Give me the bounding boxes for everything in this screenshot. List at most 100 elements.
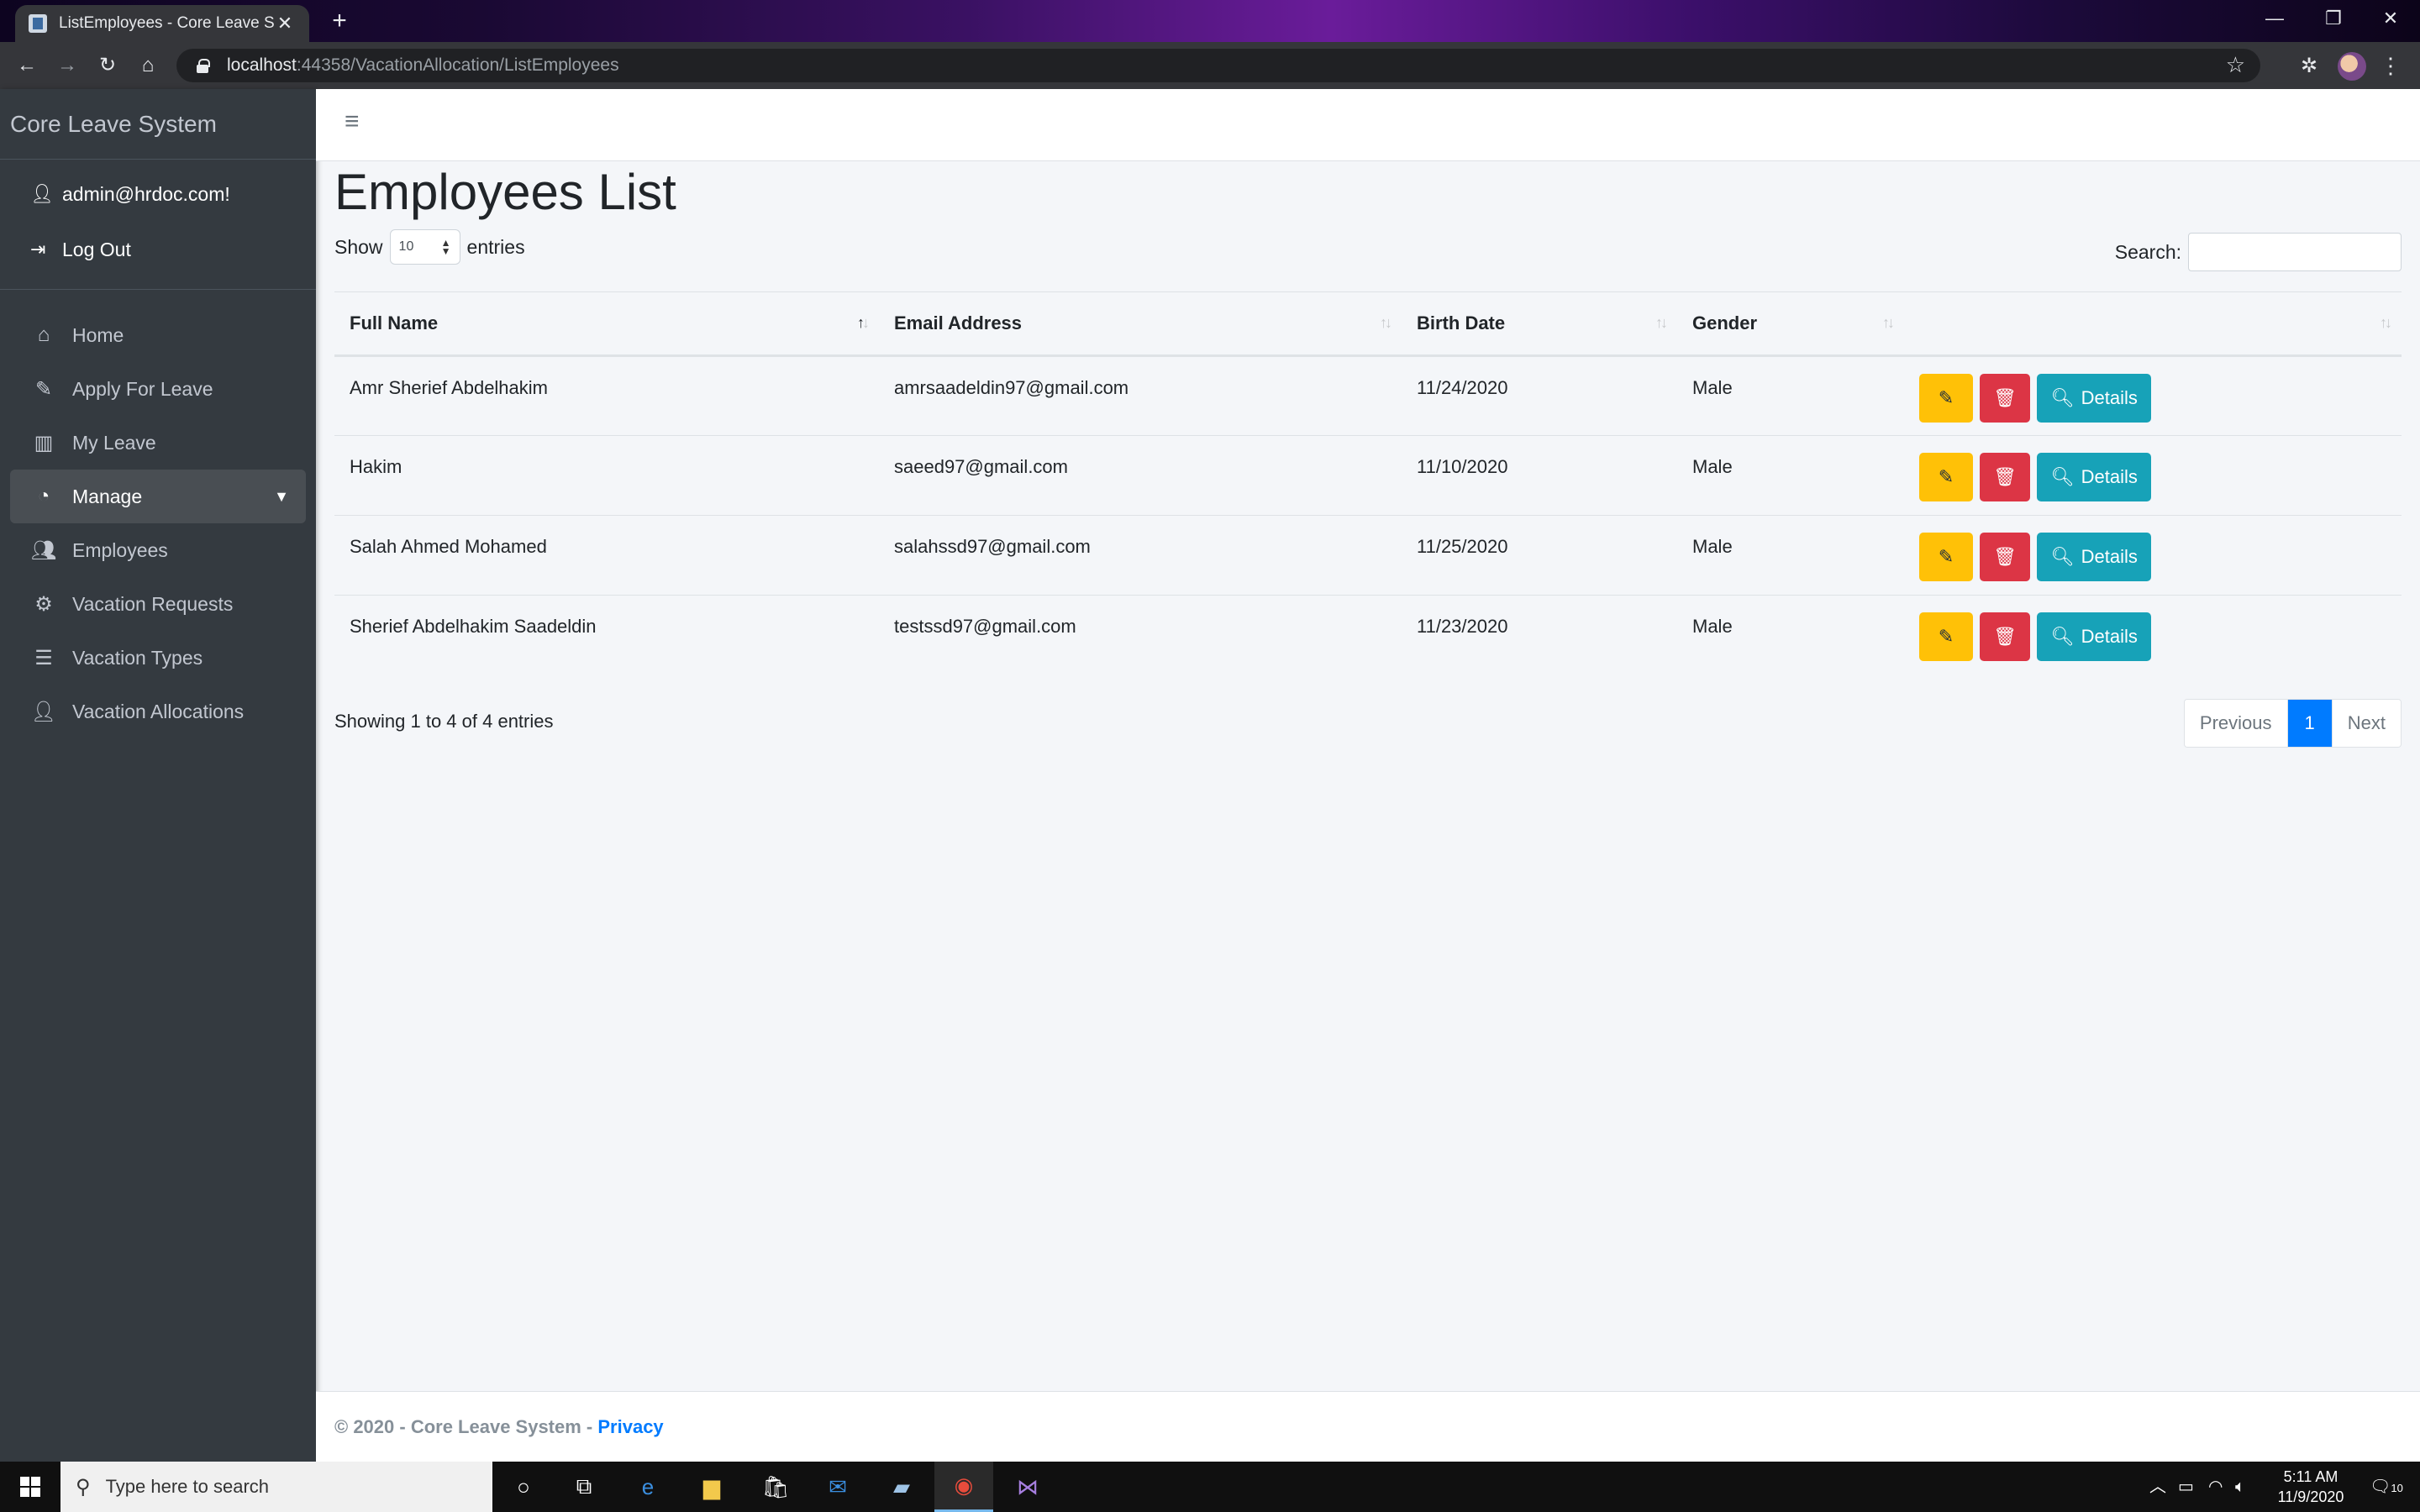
user-account-link[interactable]: 👤︎ admin@hrdoc.com! xyxy=(0,166,316,222)
previous-page-button[interactable]: Previous xyxy=(2184,699,2287,747)
notifications-icon[interactable]: 🗨︎10 xyxy=(2370,1462,2403,1512)
trash-icon: 🗑︎ xyxy=(1993,626,2018,647)
page-length-select[interactable]: 10 ▲ ▼ xyxy=(389,229,460,265)
back-button[interactable]: ← xyxy=(12,50,42,81)
edit-button[interactable]: ✎ xyxy=(1919,374,1973,423)
delete-button[interactable]: 🗑︎ xyxy=(1980,533,2031,581)
browser-tab-strip: ListEmployees - Core Leave Syste ✕ + — ❐… xyxy=(0,0,2420,42)
column-label: Full Name xyxy=(350,312,439,333)
sidebar-item-vacation-requests[interactable]: ⚙ Vacation Requests xyxy=(10,577,306,631)
logout-link[interactable]: ⇥ Log Out xyxy=(0,222,316,277)
sidebar-item-my-leave[interactable]: ▥ My Leave xyxy=(10,416,306,470)
cell-actions: ✎ 🗑︎ 🔍︎ Details xyxy=(1904,515,2402,596)
delete-button[interactable]: 🗑︎ xyxy=(1980,374,2031,423)
footer-copyright: © 2020 - Core Leave System - xyxy=(334,1416,598,1437)
browser-tab[interactable]: ListEmployees - Core Leave Syste ✕ xyxy=(15,5,309,42)
details-button[interactable]: 🔍︎ Details xyxy=(2037,533,2152,581)
pencil-icon: ✎ xyxy=(1938,626,1954,647)
edit-button[interactable]: ✎ xyxy=(1919,533,1973,581)
column-label: Email Address xyxy=(894,312,1023,333)
sidebar-item-vacation-types[interactable]: ☰ Vacation Types xyxy=(10,631,306,685)
edit-button[interactable]: ✎ xyxy=(1919,612,1973,661)
visual-studio-icon[interactable]: ⋈ xyxy=(998,1462,1057,1512)
cell-gender: Male xyxy=(1677,515,1904,596)
sidebar-item-manage[interactable]: ◔ Manage ▼ xyxy=(10,470,306,523)
sidebar-item-apply-for-leave[interactable]: ✎ Apply For Leave xyxy=(10,362,306,416)
page-1-button[interactable]: 1 xyxy=(2286,699,2332,747)
browser-menu-icon[interactable]: ⋮ xyxy=(2378,50,2403,81)
column-header-email[interactable]: Email Address ↑↓ xyxy=(879,291,1402,357)
pencil-icon: ✎ xyxy=(34,377,53,401)
sidebar-item-home[interactable]: ⌂ Home xyxy=(10,308,306,362)
table-search: Search: xyxy=(2115,233,2402,271)
sidebar-item-label: Vacation Requests xyxy=(72,592,234,615)
search-label: Search: xyxy=(2114,240,2181,263)
chrome-icon[interactable]: ◉ xyxy=(934,1462,993,1512)
user-icon: 👤︎ xyxy=(30,183,54,204)
logout-label: Log Out xyxy=(62,238,131,260)
volume-icon[interactable]: 🔈︎ xyxy=(2235,1462,2245,1512)
privacy-link[interactable]: Privacy xyxy=(597,1416,663,1437)
cell-full-name: Hakim xyxy=(334,435,879,516)
battery-icon[interactable]: ▭ xyxy=(2178,1462,2194,1512)
home-button[interactable]: ⌂ xyxy=(133,50,163,81)
tray-chevron-icon[interactable]: ︿ xyxy=(2149,1462,2166,1512)
taskbar-clock[interactable]: 5:11 AM 11/9/2020 xyxy=(2260,1467,2361,1507)
details-button[interactable]: 🔍︎ Details xyxy=(2037,453,2152,501)
details-button[interactable]: 🔍︎ Details xyxy=(2037,374,2152,423)
sidebar-item-vacation-allocations[interactable]: 👤︎ Vacation Allocations xyxy=(10,685,306,738)
search-input[interactable] xyxy=(2188,233,2402,271)
new-tab-button[interactable]: + xyxy=(324,7,355,37)
bookmark-star-icon[interactable]: ☆ xyxy=(2226,52,2245,78)
show-label: Show xyxy=(334,235,383,258)
pencil-icon: ✎ xyxy=(1938,387,1954,408)
app-icon[interactable]: ▰ xyxy=(872,1462,931,1512)
edit-button[interactable]: ✎ xyxy=(1919,453,1973,501)
cell-birth-date: 11/23/2020 xyxy=(1402,595,1677,675)
column-label: Gender xyxy=(1692,312,1758,333)
hamburger-menu-icon[interactable]: ≡ xyxy=(345,109,366,134)
close-tab-icon[interactable]: ✕ xyxy=(274,13,296,34)
profile-avatar[interactable] xyxy=(2338,52,2366,81)
file-explorer-icon[interactable]: ▆ xyxy=(682,1462,741,1512)
address-bar[interactable]: localhost:44358/VacationAllocation/ListE… xyxy=(176,49,2260,82)
column-header-gender[interactable]: Gender ↑↓ xyxy=(1677,291,1904,357)
task-view-icon[interactable]: ⧉ xyxy=(555,1462,613,1512)
cell-full-name: Amr Sherief Abdelhakim xyxy=(334,355,879,436)
next-page-button[interactable]: Next xyxy=(2331,699,2401,747)
minimize-button[interactable]: — xyxy=(2247,0,2302,39)
forward-button[interactable]: → xyxy=(52,50,82,81)
column-header-birth-date[interactable]: Birth Date ↑↓ xyxy=(1402,291,1677,357)
search-icon: ⚲ xyxy=(76,1475,91,1499)
cell-birth-date: 11/24/2020 xyxy=(1402,355,1677,436)
windows-start-button[interactable] xyxy=(0,1462,60,1512)
employees-table: Full Name ↑↓ Email Address ↑↓ Birth Date… xyxy=(334,291,2402,675)
extensions-puzzle-icon[interactable]: ✲ xyxy=(2294,54,2324,79)
mail-icon[interactable]: ✉ xyxy=(808,1462,867,1512)
column-header-actions[interactable]: ↑↓ xyxy=(1904,291,2402,357)
home-icon: ⌂ xyxy=(37,323,50,346)
cell-actions: ✎ 🗑︎ 🔍︎ Details xyxy=(1904,435,2402,516)
page-length-value: 10 xyxy=(398,239,414,254)
close-window-button[interactable]: ✕ xyxy=(2363,0,2418,39)
brand-link[interactable]: Core Leave System xyxy=(0,89,316,160)
table-row: Amr Sherief Abdelhakim amrsaadeldin97@gm… xyxy=(334,355,2402,436)
edge-icon[interactable]: e xyxy=(618,1462,677,1512)
main-content: Employees List Show 10 ▲ ▼ entries Search… xyxy=(334,161,2402,754)
delete-button[interactable]: 🗑︎ xyxy=(1980,612,2031,661)
column-header-full-name[interactable]: Full Name ↑↓ xyxy=(334,291,879,357)
store-icon[interactable]: 🛍︎ xyxy=(746,1462,805,1512)
cortana-icon[interactable]: ○ xyxy=(494,1462,553,1512)
sidebar-item-employees[interactable]: 👥︎ Employees xyxy=(10,523,306,577)
pencil-icon: ✎ xyxy=(1938,466,1954,487)
details-button[interactable]: 🔍︎ Details xyxy=(2037,612,2152,661)
column-label: Birth Date xyxy=(1417,312,1506,333)
delete-button[interactable]: 🗑︎ xyxy=(1980,453,2031,501)
restore-button[interactable]: ❐ xyxy=(2306,0,2361,39)
sidebar: Core Leave System 👤︎ admin@hrdoc.com! ⇥ … xyxy=(0,89,316,1462)
reload-button[interactable]: ↻ xyxy=(92,50,123,81)
taskbar-search-box[interactable]: ⚲ Type here to search xyxy=(60,1462,492,1512)
table-row: Sherief Abdelhakim Saadeldin testssd97@g… xyxy=(334,595,2402,675)
network-icon[interactable]: ◠ xyxy=(2208,1462,2223,1512)
sidebar-item-label: Apply For Leave xyxy=(72,377,213,400)
